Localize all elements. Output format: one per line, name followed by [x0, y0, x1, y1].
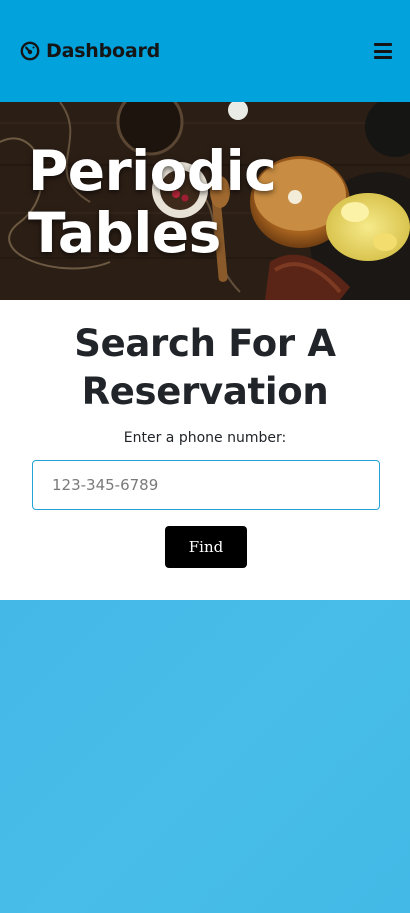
- hero-title: Periodic Tables: [28, 139, 277, 265]
- search-section: Search For A Reservation Enter a phone n…: [0, 300, 410, 600]
- gauge-icon: [20, 41, 40, 61]
- hero-title-line2: Tables: [28, 201, 221, 265]
- dashboard-label: Dashboard: [46, 40, 161, 62]
- top-navbar: Dashboard: [0, 0, 410, 102]
- find-button[interactable]: Find: [165, 526, 247, 568]
- phone-number-input[interactable]: [32, 460, 380, 510]
- search-heading-line1: Search For A: [74, 322, 336, 365]
- menu-bar: [374, 49, 392, 53]
- footer-background: [0, 600, 410, 913]
- hero-banner: Periodic Tables: [0, 102, 410, 300]
- dashboard-link[interactable]: Dashboard: [20, 40, 160, 62]
- hero-title-line1: Periodic: [28, 139, 277, 203]
- search-heading-line2: Reservation: [81, 370, 329, 413]
- phone-number-label: Enter a phone number:: [123, 430, 287, 446]
- search-heading: Search For A Reservation: [0, 320, 410, 416]
- menu-bar: [374, 56, 392, 59]
- menu-bar: [374, 43, 392, 46]
- hamburger-menu-icon[interactable]: [374, 43, 392, 59]
